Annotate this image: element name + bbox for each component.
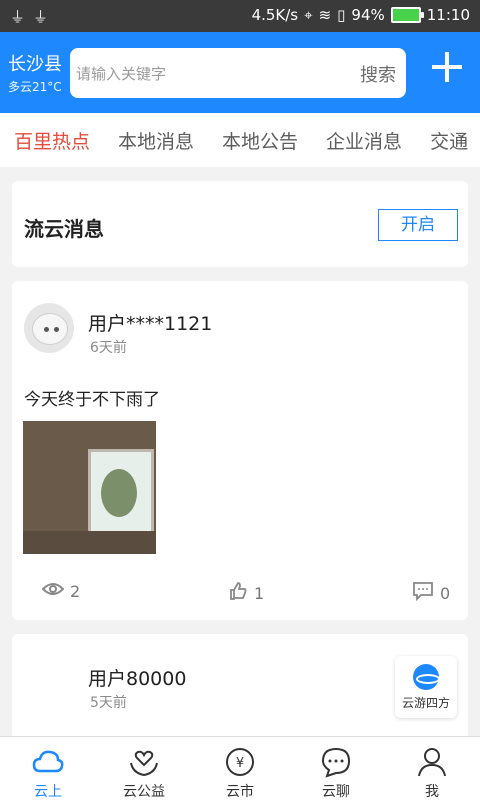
tab-traffic[interactable]: 交通 — [430, 127, 468, 154]
weather-label: 多云21°C — [8, 80, 62, 94]
nav-label: 我 — [425, 784, 439, 800]
avatar-eye — [54, 327, 59, 332]
svg-text:¥: ¥ — [236, 756, 244, 771]
eye-icon — [41, 581, 65, 601]
photo-floor — [23, 531, 156, 554]
avatar-eye — [44, 327, 49, 332]
post-card[interactable]: 用户****1121 6天前 今天终于不下雨了 2 1 0 — [12, 281, 468, 620]
battery-saver-icon: ▯ — [337, 6, 346, 24]
likes-count: 1 — [254, 583, 265, 603]
nav-label: 云市 — [226, 784, 254, 800]
enable-button[interactable]: 开启 — [378, 209, 458, 241]
location-selector[interactable]: 长沙县 多云21°C — [8, 50, 62, 95]
nav-label: 云聊 — [322, 784, 350, 800]
user-icon — [415, 745, 449, 779]
nav-charity[interactable]: 云公益 — [104, 745, 184, 801]
battery-icon — [390, 7, 424, 23]
message-title: 流云消息 — [24, 217, 104, 241]
post-username[interactable]: 用户80000 — [88, 664, 186, 691]
float-label: 云游四方 — [401, 696, 450, 710]
add-icon[interactable] — [432, 52, 462, 82]
network-speed: 4.5K/s — [251, 6, 299, 24]
views-stat: 2 — [41, 581, 81, 601]
comments-count: 0 — [440, 583, 451, 603]
usb-icon: ⏚ — [33, 8, 49, 26]
likes-stat[interactable]: 1 — [228, 581, 264, 605]
city-label: 长沙县 — [8, 54, 62, 75]
comment-icon — [412, 581, 434, 605]
planet-icon — [413, 664, 440, 690]
nav-label: 云公益 — [123, 784, 165, 800]
post-stats: 2 1 0 — [12, 581, 468, 605]
tab-local-news[interactable]: 本地消息 — [118, 127, 194, 154]
status-left-icons: ⏚ ⏚ — [10, 6, 48, 27]
nav-cloud[interactable]: 云上 — [8, 745, 88, 801]
message-card: 流云消息 开启 — [12, 181, 468, 267]
status-right: 4.5K/s ⌖ ≋ ▯ 94% 11:10 — [252, 6, 470, 24]
explore-float-button[interactable]: 云游四方 — [395, 656, 457, 718]
search-button[interactable]: 搜索 — [360, 61, 396, 87]
nav-me[interactable]: 我 — [392, 745, 472, 801]
photo-tree — [101, 469, 137, 517]
search-bar[interactable]: 请输入关键字 搜索 — [70, 48, 406, 98]
clock: 11:10 — [426, 6, 470, 24]
post-time: 5天前 — [90, 695, 127, 711]
battery-percent: 94% — [351, 6, 385, 24]
nav-chat[interactable]: 云聊 — [296, 745, 376, 801]
views-count: 2 — [70, 581, 81, 601]
cloud-icon — [31, 745, 65, 779]
status-bar: ⏚ ⏚ 4.5K/s ⌖ ≋ ▯ 94% 11:10 — [0, 0, 480, 32]
nav-label: 云上 — [34, 784, 62, 800]
heart-hands-icon — [127, 745, 161, 779]
avatar-face — [32, 313, 68, 345]
location-icon: ⌖ — [304, 6, 313, 24]
post-photo[interactable] — [23, 421, 156, 554]
post-username[interactable]: 用户****1121 — [88, 309, 212, 336]
tab-bar: 百里热点 本地消息 本地公告 企业消息 交通 — [0, 113, 480, 167]
chat-icon — [319, 745, 353, 779]
yuan-coin-icon: ¥ — [223, 745, 257, 779]
usb-icon: ⏚ — [10, 8, 26, 26]
avatar[interactable] — [24, 303, 74, 353]
comments-stat[interactable]: 0 — [412, 581, 450, 605]
tab-enterprise[interactable]: 企业消息 — [326, 127, 402, 154]
search-input[interactable]: 请输入关键字 — [76, 63, 166, 84]
tab-hot[interactable]: 百里热点 — [14, 127, 90, 154]
bottom-nav: 云上 云公益 ¥ 云市 云聊 我 — [0, 736, 480, 801]
top-header: 长沙县 多云21°C 请输入关键字 搜索 — [0, 32, 480, 113]
post-time: 6天前 — [90, 340, 127, 356]
thumb-up-icon — [228, 581, 248, 605]
tab-local-notice[interactable]: 本地公告 — [222, 127, 298, 154]
post-content: 今天终于不下雨了 — [24, 390, 160, 410]
nav-market[interactable]: ¥ 云市 — [200, 745, 280, 801]
wifi-icon: ≋ — [318, 6, 332, 24]
